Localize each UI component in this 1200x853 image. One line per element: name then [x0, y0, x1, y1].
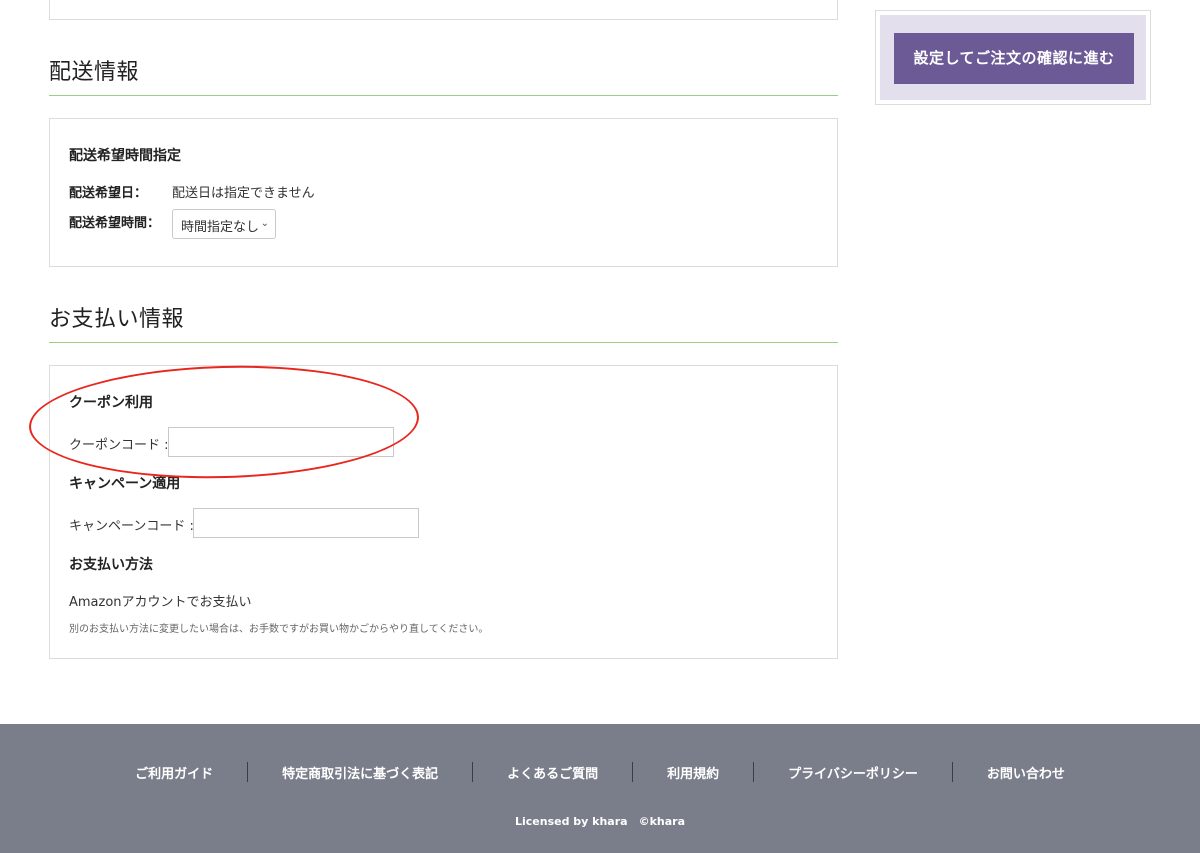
delivery-section-title: 配送情報: [49, 60, 140, 85]
footer-nav: ご利用ガイド 特定商取引法に基づく表記 よくあるご質問 利用規約 プライバシーポ…: [0, 762, 1200, 782]
coupon-code-label: クーポンコード :: [69, 438, 169, 453]
delivery-date-label: 配送希望日：: [69, 186, 148, 201]
delivery-time-heading: 配送希望時間指定: [69, 148, 181, 164]
footer-link-terms[interactable]: 利用規約: [633, 763, 753, 782]
footer-link-contact[interactable]: お問い合わせ: [953, 763, 1099, 782]
site-footer: ご利用ガイド 特定商取引法に基づく表記 よくあるご質問 利用規約 プライバシーポ…: [0, 724, 1200, 853]
payment-method-heading: お支払い方法: [69, 557, 153, 573]
coupon-heading: クーポン利用: [69, 395, 153, 411]
delivery-time-panel: 配送希望時間指定 配送希望日： 配送日は指定できません 配送希望時間： 時間指定…: [49, 118, 838, 267]
footer-link-guide[interactable]: ご利用ガイド: [101, 763, 247, 782]
coupon-code-input[interactable]: [168, 427, 394, 457]
payment-section-divider: [49, 342, 838, 343]
delivery-time-select-value: 時間指定なし: [181, 220, 260, 235]
payment-section-title: お支払い情報: [49, 307, 185, 332]
previous-section-panel: [49, 0, 838, 20]
delivery-time-label: 配送希望時間：: [69, 216, 161, 231]
confirm-order-button[interactable]: 設定してご注文の確認に進む: [894, 33, 1134, 84]
payment-panel: クーポン利用 クーポンコード : キャンペーン適用 キャンペーンコード : お支…: [49, 365, 838, 659]
campaign-code-label: キャンペーンコード :: [69, 519, 194, 534]
delivery-date-value: 配送日は指定できません: [172, 186, 315, 201]
order-sidebar-inner: 設定してご注文の確認に進む: [880, 15, 1146, 100]
order-sidebar: 設定してご注文の確認に進む: [875, 10, 1151, 105]
payment-method-note: 別のお支払い方法に変更したい場合は、お手数ですがお買い物かごからやり直してくださ…: [69, 624, 489, 635]
campaign-heading: キャンペーン適用: [69, 476, 181, 492]
delivery-section-divider: [49, 95, 838, 96]
payment-method-value: Amazonアカウントでお支払い: [69, 595, 252, 610]
footer-copyright: Licensed by khara ©khara: [514, 815, 685, 828]
campaign-code-input[interactable]: [193, 508, 419, 538]
delivery-time-select[interactable]: 時間指定なし ⌄: [172, 209, 276, 239]
footer-link-privacy[interactable]: プライバシーポリシー: [754, 763, 952, 782]
chevron-down-icon: ⌄: [260, 218, 269, 229]
footer-link-legal[interactable]: 特定商取引法に基づく表記: [248, 763, 472, 782]
footer-link-faq[interactable]: よくあるご質問: [473, 763, 632, 782]
